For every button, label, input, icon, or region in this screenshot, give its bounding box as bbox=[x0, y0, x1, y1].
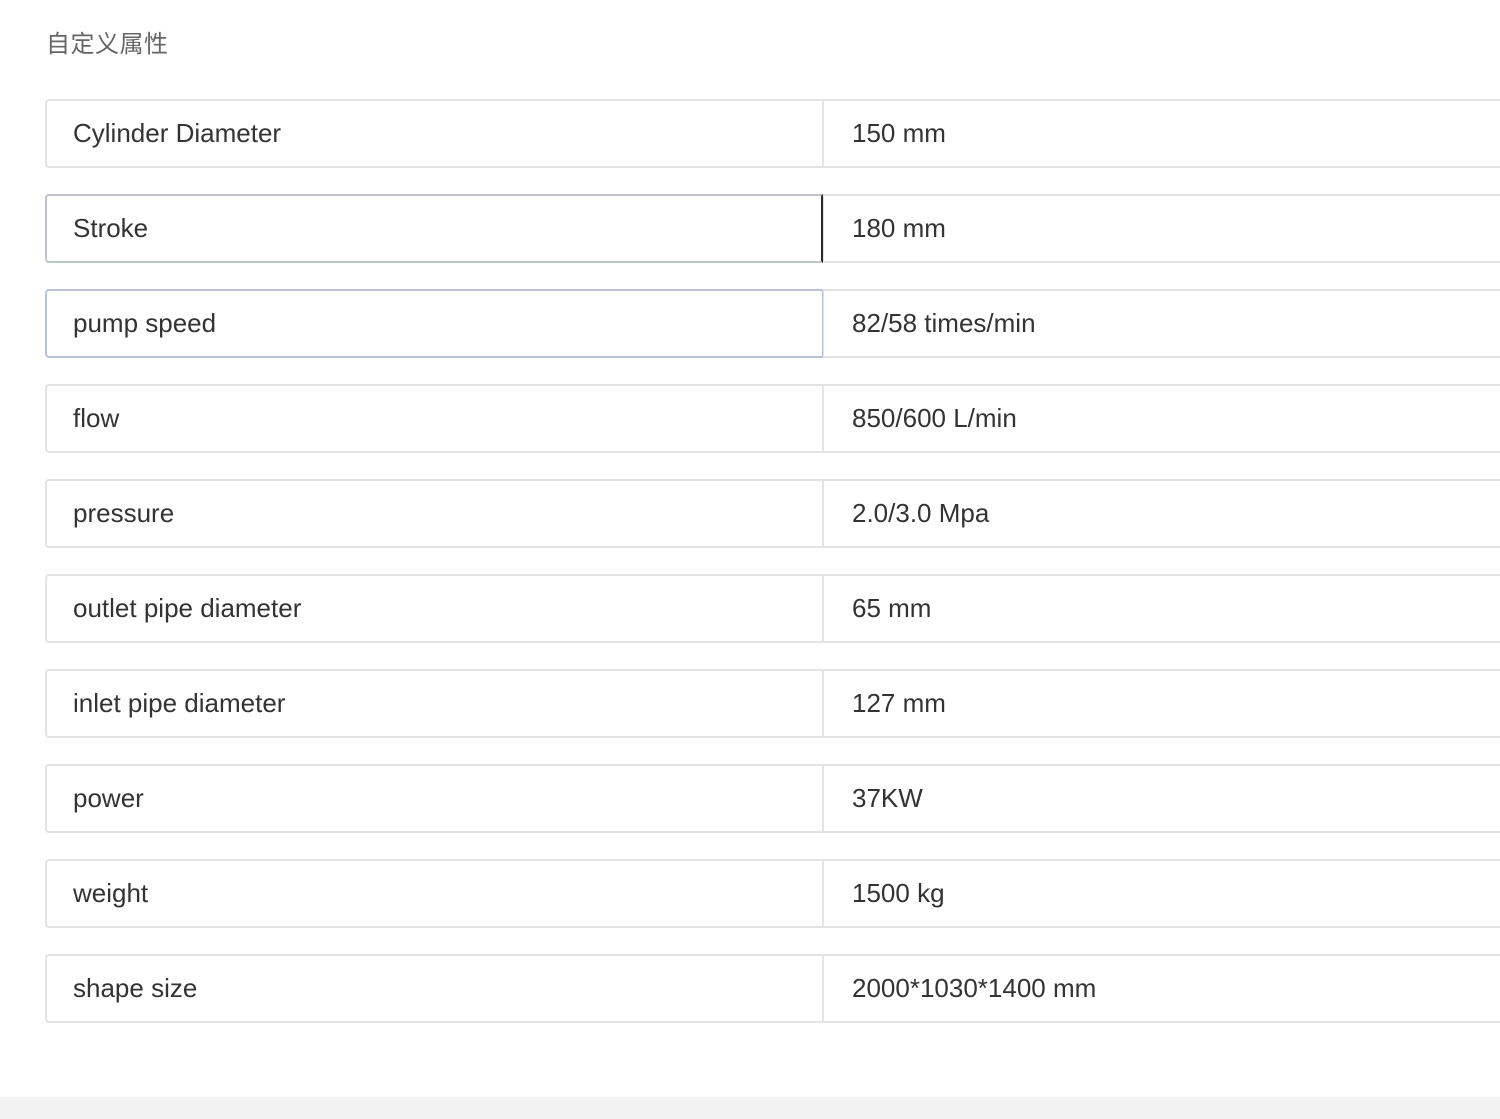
attribute-row: power 37KW bbox=[45, 764, 1500, 833]
attribute-value-field[interactable]: 65 mm bbox=[823, 574, 1500, 643]
attribute-name-field[interactable]: flow bbox=[45, 384, 823, 453]
attribute-value-field[interactable]: 1500 kg bbox=[823, 859, 1500, 928]
attribute-row: pressure 2.0/3.0 Mpa bbox=[45, 479, 1500, 548]
attribute-value-field[interactable]: 2.0/3.0 Mpa bbox=[823, 479, 1500, 548]
attribute-row: weight 1500 kg bbox=[45, 859, 1500, 928]
attribute-name-field[interactable]: pump speed bbox=[45, 289, 823, 358]
bottom-divider bbox=[0, 1097, 1500, 1119]
attribute-value-field[interactable]: 82/58 times/min bbox=[823, 289, 1500, 358]
attribute-name-field[interactable]: shape size bbox=[45, 954, 823, 1023]
attribute-row: Stroke 180 mm bbox=[45, 194, 1500, 263]
attribute-name-field[interactable]: Stroke bbox=[45, 194, 823, 263]
attribute-row: Cylinder Diameter 150 mm bbox=[45, 99, 1500, 168]
attribute-list: Cylinder Diameter 150 mm Stroke 180 mm p… bbox=[45, 99, 1500, 1023]
attribute-row: outlet pipe diameter 65 mm bbox=[45, 574, 1500, 643]
attribute-row: inlet pipe diameter 127 mm bbox=[45, 669, 1500, 738]
custom-attributes-page: 自定义属性 Cylinder Diameter 150 mm Stroke 18… bbox=[0, 0, 1500, 1119]
attribute-value-field[interactable]: 2000*1030*1400 mm bbox=[823, 954, 1500, 1023]
section-title: 自定义属性 bbox=[46, 31, 169, 58]
attribute-row: flow 850/600 L/min bbox=[45, 384, 1500, 453]
attribute-row: shape size 2000*1030*1400 mm bbox=[45, 954, 1500, 1023]
attribute-value-field[interactable]: 37KW bbox=[823, 764, 1500, 833]
attribute-value-field[interactable]: 127 mm bbox=[823, 669, 1500, 738]
attribute-name-field[interactable]: weight bbox=[45, 859, 823, 928]
attribute-name-field[interactable]: pressure bbox=[45, 479, 823, 548]
attribute-name-field[interactable]: power bbox=[45, 764, 823, 833]
attribute-name-field[interactable]: outlet pipe diameter bbox=[45, 574, 823, 643]
attribute-name-field[interactable]: inlet pipe diameter bbox=[45, 669, 823, 738]
attribute-value-field[interactable]: 850/600 L/min bbox=[823, 384, 1500, 453]
attribute-value-field[interactable]: 180 mm bbox=[823, 194, 1500, 263]
attribute-name-field[interactable]: Cylinder Diameter bbox=[45, 99, 823, 168]
attribute-row: pump speed 82/58 times/min bbox=[45, 289, 1500, 358]
attribute-value-field[interactable]: 150 mm bbox=[823, 99, 1500, 168]
